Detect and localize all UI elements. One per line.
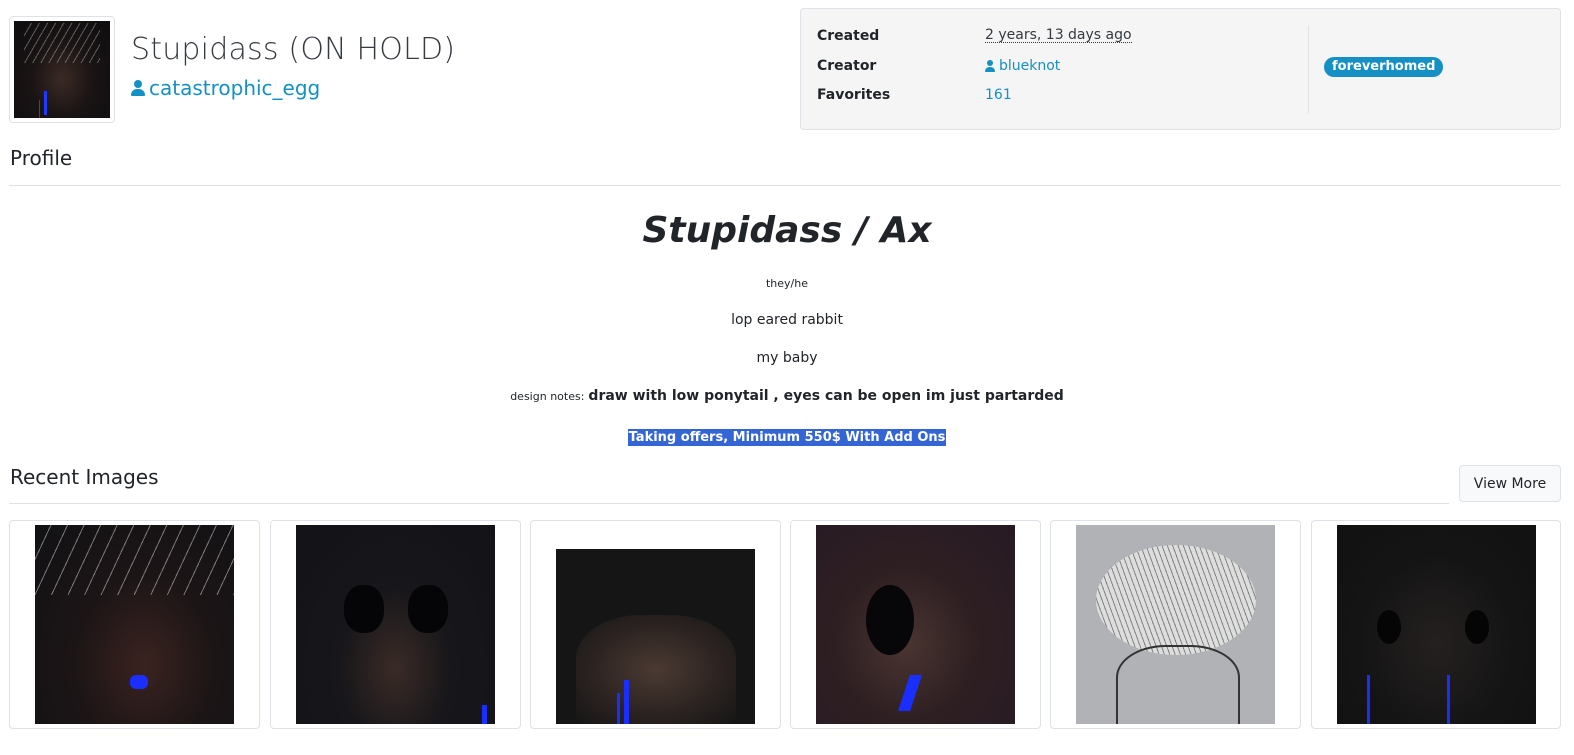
page-title: Stupidass (ON HOLD) (131, 32, 456, 67)
owner-name: catastrophic_egg (149, 76, 321, 100)
recent-image-thumbnail[interactable] (270, 520, 521, 729)
thumbnail-image (35, 525, 234, 724)
user-icon (131, 80, 145, 96)
created-value: 2 years, 13 days ago (985, 27, 1132, 43)
recent-image-thumbnail[interactable] (530, 520, 781, 729)
section-divider (9, 185, 1561, 186)
profile-offer: Taking offers, Minimum 550$ With Add Ons (0, 429, 1574, 446)
thumbnail-image (1076, 525, 1275, 724)
thumbnail-image (816, 525, 1015, 724)
avatar-image (14, 21, 110, 118)
view-more-button[interactable]: View More (1459, 465, 1561, 502)
thumbnail-image (296, 525, 495, 724)
profile-note: my baby (756, 350, 818, 366)
thumbnail-image (1337, 525, 1536, 724)
creator-link[interactable]: blueknot (985, 58, 1060, 74)
recent-images-heading: Recent Images (10, 465, 159, 489)
info-divider (1308, 25, 1309, 113)
section-divider (9, 503, 1449, 504)
tag-badge[interactable]: foreverhomed (1324, 57, 1444, 77)
recent-image-thumbnail[interactable] (9, 520, 260, 729)
offer-highlighted-text: Taking offers, Minimum 550$ With Add Ons (627, 429, 947, 446)
design-notes-label: design notes: (510, 390, 585, 403)
design-notes-text: draw with low ponytail , eyes can be ope… (588, 388, 1064, 404)
profile-pronouns: they/he (765, 277, 808, 290)
recent-image-thumbnail[interactable] (1050, 520, 1301, 729)
thumbnail-image (556, 525, 755, 724)
profile-species: lop eared rabbit (731, 312, 843, 328)
favorites-label: Favorites (817, 87, 891, 103)
character-avatar[interactable] (9, 16, 115, 123)
recent-image-thumbnail[interactable] (790, 520, 1041, 729)
creator-name: blueknot (999, 58, 1061, 74)
favorites-count[interactable]: 161 (985, 87, 1012, 103)
profile-character-name: Stupidass / Ax (642, 210, 932, 251)
profile-design-notes: design notes: draw with low ponytail , ey… (0, 388, 1574, 404)
profile-heading: Profile (10, 146, 73, 170)
creator-label: Creator (817, 58, 877, 74)
user-icon (985, 60, 995, 72)
character-info-card: Created 2 years, 13 days ago Creator blu… (800, 8, 1561, 130)
owner-link[interactable]: catastrophic_egg (131, 76, 320, 100)
created-label: Created (817, 28, 880, 44)
recent-image-thumbnail[interactable] (1311, 520, 1561, 729)
